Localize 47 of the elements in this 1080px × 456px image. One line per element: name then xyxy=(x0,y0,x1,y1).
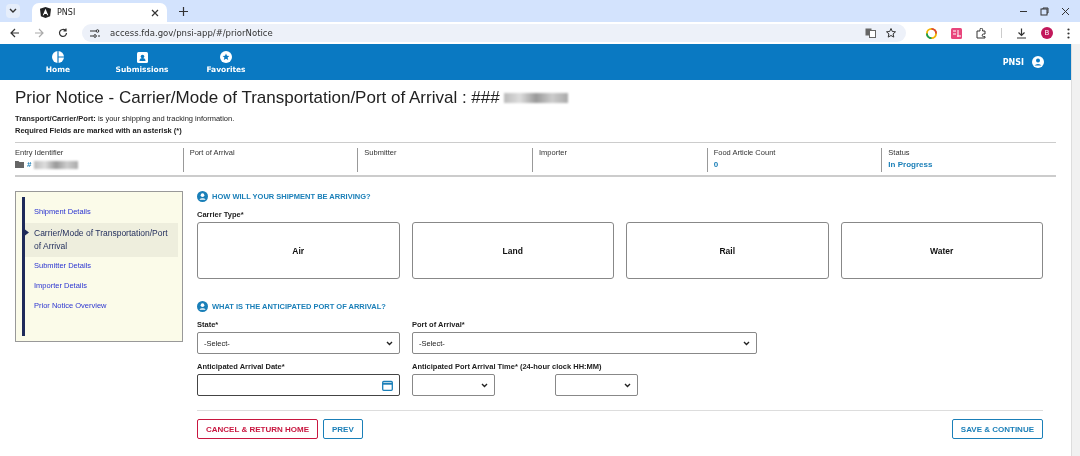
new-tab-icon[interactable] xyxy=(179,6,188,16)
date-field[interactable] xyxy=(197,374,400,396)
carrier-option[interactable]: Air xyxy=(197,222,400,279)
star-icon xyxy=(220,50,232,63)
more-icon[interactable] xyxy=(1067,27,1070,39)
summary-value: In Progress xyxy=(888,160,933,169)
id-badge-icon xyxy=(136,50,148,63)
tab-title: PNSI xyxy=(57,8,77,17)
chevron-down-icon xyxy=(743,340,750,346)
minute-select[interactable] xyxy=(555,374,638,396)
sidebar-item[interactable]: Carrier/Mode of Transportation/Port of Arrival xyxy=(25,223,178,257)
summary-value: # xyxy=(27,160,32,169)
page-title: Prior Notice - Carrier/Mode of Transportation/Port of Arrival : ### xyxy=(15,88,500,108)
extension-icon[interactable] xyxy=(926,27,937,39)
star-icon[interactable] xyxy=(886,28,896,38)
address-bar[interactable]: access.fda.gov/pnsi-app/#/priorNotice xyxy=(82,24,906,42)
close-icon[interactable] xyxy=(151,8,159,17)
cancel-button[interactable]: CANCEL & RETURN HOME xyxy=(197,419,318,439)
back-icon[interactable] xyxy=(10,28,20,38)
chevron-down-icon xyxy=(481,382,488,388)
summary-value: 0 xyxy=(713,160,719,169)
restore-icon[interactable] xyxy=(1040,6,1049,16)
translate-icon[interactable] xyxy=(865,28,876,38)
reload-icon[interactable] xyxy=(58,28,68,38)
angular-logo-icon xyxy=(40,7,51,18)
save-continue-button[interactable]: SAVE & CONTINUE xyxy=(951,419,1043,439)
prev-button[interactable]: PREV xyxy=(322,419,363,439)
hour-select[interactable] xyxy=(412,374,495,396)
carrier-option[interactable]: Rail xyxy=(626,222,829,279)
chevron-down-icon xyxy=(386,340,393,346)
carrier-option[interactable]: Water xyxy=(840,222,1043,279)
carrier-option[interactable]: Land xyxy=(411,222,614,279)
user-icon[interactable] xyxy=(1032,56,1044,68)
chart-icon xyxy=(52,50,64,63)
calendar-icon xyxy=(382,379,393,391)
site-settings-icon[interactable] xyxy=(90,28,100,38)
tab-list-icon[interactable] xyxy=(6,4,20,18)
url-text: access.fda.gov/pnsi-app/#/priorNotice xyxy=(110,28,273,38)
browser-tab[interactable]: PNSI xyxy=(32,3,167,22)
chevron-down-icon xyxy=(624,382,631,388)
close-icon[interactable] xyxy=(1061,6,1070,16)
puzzle-icon[interactable] xyxy=(976,27,987,39)
extension-icon[interactable] xyxy=(951,27,962,39)
app-name: PNSI xyxy=(1002,57,1024,67)
user-icon xyxy=(197,301,208,312)
download-icon[interactable] xyxy=(1016,27,1027,39)
user-icon xyxy=(197,191,208,202)
